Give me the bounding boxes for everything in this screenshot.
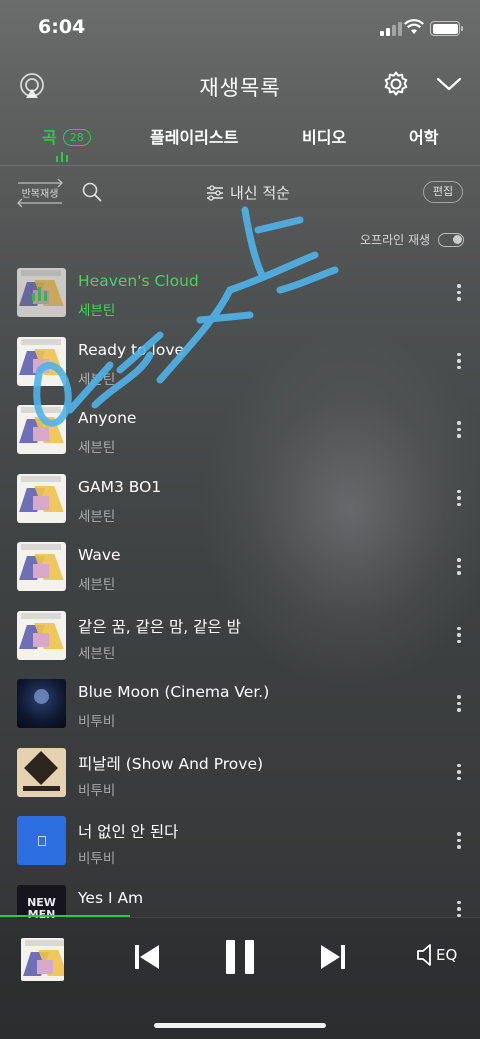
playlist-header: 재생목록 [0, 62, 480, 110]
gear-icon[interactable] [382, 70, 410, 98]
more-options-icon[interactable] [455, 352, 463, 373]
song-row[interactable]: 피날레 (Show And Prove) 비투비 [0, 738, 480, 807]
song-title: 피날레 (Show And Prove) [78, 754, 264, 773]
offline-play-toggle-row: 오프라인 재생 [360, 231, 465, 248]
album-art [17, 679, 66, 728]
tab-songs-label: 곡 [42, 128, 57, 147]
playing-indicator-icon [32, 287, 47, 301]
edit-button[interactable]: 편집 [423, 181, 463, 203]
offline-label: 오프라인 재생 [360, 233, 431, 247]
divider [0, 165, 480, 166]
now-playing-eq-icon [56, 152, 68, 162]
next-track-icon[interactable] [318, 942, 348, 972]
song-row[interactable]: Heaven's Cloud 세븐틴 [0, 258, 480, 327]
song-artist: 세븐틴 [78, 577, 116, 593]
song-title: Ready to love [78, 340, 185, 359]
home-indicator[interactable] [154, 1023, 326, 1028]
album-art [17, 816, 66, 865]
song-row[interactable]: Anyone 세븐틴 [0, 395, 480, 464]
song-title: Yes I Am [78, 888, 144, 907]
song-title: Heaven's Cloud [78, 272, 199, 290]
song-row[interactable]: Ready to love 세븐틴 [0, 327, 480, 396]
song-row[interactable]: 너 없인 안 된다 비투비 [0, 806, 480, 875]
more-options-icon[interactable] [455, 558, 463, 578]
more-options-icon[interactable] [455, 832, 463, 852]
song-artist: 세븐틴 [78, 440, 116, 456]
sort-button[interactable]: 내신 적순 [206, 182, 290, 203]
tab-video[interactable]: 비디오 [302, 124, 346, 148]
album-art [17, 336, 66, 386]
album-art [17, 268, 66, 317]
song-title: Anyone [78, 409, 137, 427]
mini-player: EQ [0, 917, 480, 1039]
song-row[interactable]: Blue Moon (Cinema Ver.) 비투비 [0, 669, 480, 738]
more-options-icon[interactable] [455, 626, 463, 647]
song-artist: 비투비 [78, 782, 116, 799]
sort-filter-icon [207, 184, 223, 201]
eq-label: EQ [436, 946, 458, 964]
pause-icon[interactable] [224, 938, 256, 976]
album-art-text: NEW MEN [17, 884, 66, 918]
song-artist: 세븐틴 [78, 303, 116, 319]
song-count-badge: 28 [62, 129, 91, 146]
battery-icon [430, 21, 463, 36]
song-row[interactable]: 같은 꿈, 같은 맘, 같은 밤 세븐틴 [0, 601, 480, 670]
previous-track-icon[interactable] [132, 942, 162, 972]
song-title: 너 없인 안 된다 [78, 823, 179, 841]
more-options-icon[interactable] [455, 489, 463, 510]
repeat-button[interactable]: 반복재생 [14, 178, 66, 208]
cellular-signal-icon [380, 22, 402, 36]
album-art [17, 473, 66, 523]
more-options-icon[interactable] [455, 695, 463, 715]
tab-bar: 곡 28 플레이리스트 비디오 어학 [0, 118, 480, 166]
song-artist: 세븐틴 [78, 508, 116, 525]
more-options-icon[interactable] [455, 900, 463, 919]
song-title: 같은 꿈, 같은 맘, 같은 밤 [78, 617, 241, 636]
song-list: Heaven's Cloud 세븐틴 Ready to love 세븐틴 Any… [0, 258, 480, 918]
song-artist: 세븐틴 [78, 645, 116, 662]
song-artist: 비투비 [78, 851, 116, 867]
song-row[interactable]: NEW MEN Yes I Am [0, 875, 480, 919]
song-title: GAM3 BO1 [78, 477, 162, 496]
tab-language[interactable]: 어학 [409, 124, 438, 148]
sort-label: 내신 적순 [230, 184, 290, 202]
speaker-icon [417, 944, 431, 966]
song-row[interactable]: Wave 세븐틴 [0, 532, 480, 601]
eq-button[interactable]: EQ [416, 942, 457, 968]
list-toolbar: 반복재생 내신 적순 편집 [0, 172, 480, 212]
song-row[interactable]: GAM3 BO1 세븐틴 [0, 464, 480, 533]
offline-toggle[interactable] [438, 232, 465, 247]
more-options-icon[interactable] [455, 421, 463, 441]
more-options-icon[interactable] [455, 763, 463, 784]
song-artist: 비투비 [78, 714, 116, 730]
song-artist: 세븐틴 [78, 371, 116, 388]
wifi-icon [404, 19, 424, 34]
album-art [17, 747, 66, 797]
repeat-label: 반복재생 [21, 189, 59, 200]
song-title: Blue Moon (Cinema Ver.) [78, 683, 270, 701]
song-title: Wave [78, 546, 121, 564]
search-icon[interactable] [82, 182, 102, 202]
status-bar: 6:04 [0, 0, 480, 56]
tab-playlist[interactable]: 플레이리스트 [150, 124, 238, 148]
album-art: NEW MEN [17, 884, 66, 918]
chevron-down-icon[interactable] [436, 76, 462, 92]
album-art [17, 405, 66, 454]
tab-songs[interactable]: 곡 28 [42, 124, 91, 148]
more-options-icon[interactable] [455, 284, 463, 304]
now-playing-album-art[interactable] [21, 938, 64, 981]
album-art [17, 610, 66, 660]
album-art [17, 542, 66, 591]
status-time: 6:04 [38, 16, 86, 38]
